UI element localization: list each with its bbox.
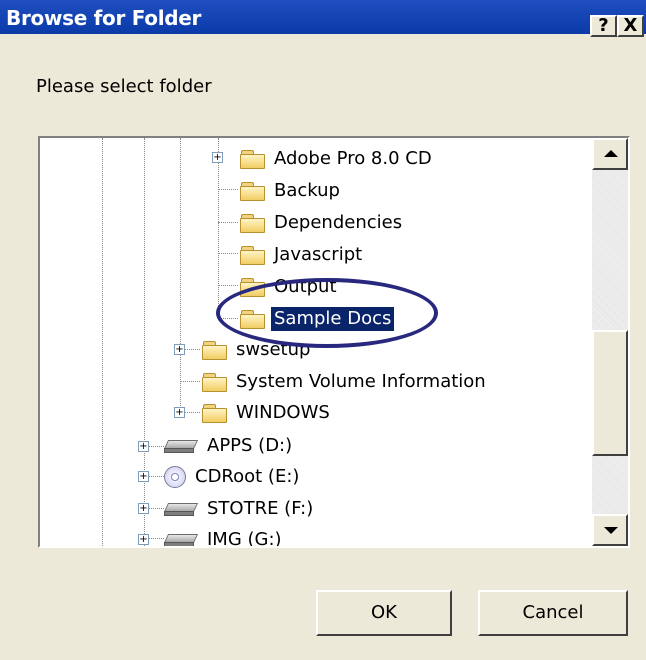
tree-node-label: Adobe Pro 8.0 CD bbox=[274, 148, 432, 169]
tree-node-swsetup[interactable]: swsetup bbox=[202, 337, 313, 363]
expand-icon[interactable]: + bbox=[138, 441, 149, 452]
scrollbar-thumb[interactable] bbox=[592, 330, 628, 456]
folder-tree-content: + Adobe Pro 8.0 CD Backup Dependencies J… bbox=[40, 138, 590, 546]
title-bar[interactable]: Browse for Folder bbox=[0, 0, 646, 34]
tree-node-backup[interactable]: Backup bbox=[240, 178, 343, 204]
tree-node-label: swsetup bbox=[236, 339, 311, 360]
up-arrow-icon bbox=[604, 150, 618, 157]
expand-icon[interactable]: + bbox=[174, 407, 185, 418]
dialog-prompt: Please select folder bbox=[36, 76, 212, 97]
tree-node-adobe-pro[interactable]: Adobe Pro 8.0 CD bbox=[240, 146, 435, 172]
folder-icon bbox=[240, 309, 266, 329]
scroll-down-button[interactable] bbox=[592, 514, 628, 546]
tree-guide-line bbox=[180, 138, 181, 410]
folder-icon bbox=[240, 181, 266, 201]
folder-icon bbox=[240, 245, 266, 265]
tree-node-windows[interactable]: WINDOWS bbox=[202, 400, 333, 426]
down-arrow-icon bbox=[604, 527, 618, 534]
window-title: Browse for Folder bbox=[6, 6, 202, 30]
tree-node-label: APPS (D:) bbox=[207, 435, 293, 456]
folder-icon bbox=[240, 149, 266, 169]
tree-connector bbox=[180, 381, 200, 382]
scroll-up-button[interactable] bbox=[592, 138, 628, 170]
tree-node-label: Javascript bbox=[274, 244, 363, 265]
tree-node-label: Dependencies bbox=[274, 212, 403, 233]
folder-tree[interactable]: + Adobe Pro 8.0 CD Backup Dependencies J… bbox=[38, 136, 630, 548]
cd-drive-icon bbox=[164, 466, 186, 488]
tree-node-label: WINDOWS bbox=[236, 402, 330, 423]
tree-node-label: IMG (G:) bbox=[207, 529, 282, 548]
tree-connector bbox=[218, 285, 238, 286]
expand-icon[interactable]: + bbox=[174, 344, 185, 355]
tree-node-stotre-drive[interactable]: STOTRE (F:) bbox=[163, 496, 316, 522]
folder-icon bbox=[202, 372, 228, 392]
tree-node-cdroot-drive[interactable]: CDRoot (E:) bbox=[164, 464, 302, 490]
tree-node-label: STOTRE (F:) bbox=[207, 498, 314, 519]
cancel-button[interactable]: Cancel bbox=[478, 590, 628, 636]
expand-icon[interactable]: + bbox=[212, 152, 223, 163]
hard-drive-icon bbox=[163, 530, 199, 546]
tree-node-output[interactable]: Output bbox=[240, 274, 340, 300]
tree-connector bbox=[218, 189, 238, 190]
tree-node-sample-docs[interactable]: Sample Docs bbox=[240, 306, 395, 332]
close-button[interactable]: X bbox=[617, 15, 644, 37]
hard-drive-icon bbox=[163, 436, 199, 456]
expand-icon[interactable]: + bbox=[138, 503, 149, 514]
folder-icon bbox=[202, 340, 228, 360]
vertical-scrollbar[interactable] bbox=[592, 138, 628, 546]
help-button[interactable]: ? bbox=[590, 15, 617, 37]
tree-node-label: CDRoot (E:) bbox=[195, 466, 300, 487]
tree-node-system-volume-information[interactable]: System Volume Information bbox=[202, 369, 489, 395]
tree-node-label: Sample Docs bbox=[271, 307, 395, 331]
tree-node-label: Backup bbox=[274, 180, 340, 201]
tree-node-img-drive[interactable]: IMG (G:) bbox=[163, 527, 285, 548]
tree-node-label: System Volume Information bbox=[236, 371, 486, 392]
tree-node-label: Output bbox=[274, 276, 337, 297]
folder-icon bbox=[202, 403, 228, 423]
tree-connector bbox=[218, 222, 238, 223]
folder-icon bbox=[240, 277, 266, 297]
tree-connector bbox=[218, 253, 238, 254]
folder-icon bbox=[240, 213, 266, 233]
expand-icon[interactable]: + bbox=[138, 471, 149, 482]
hard-drive-icon bbox=[163, 499, 199, 519]
expand-icon[interactable]: + bbox=[138, 534, 149, 545]
tree-guide-line bbox=[144, 138, 145, 546]
tree-node-dependencies[interactable]: Dependencies bbox=[240, 210, 405, 236]
tree-connector bbox=[218, 318, 238, 319]
tree-node-javascript[interactable]: Javascript bbox=[240, 242, 365, 268]
tree-guide-line bbox=[218, 138, 219, 318]
ok-button[interactable]: OK bbox=[316, 590, 452, 636]
tree-node-apps-drive[interactable]: APPS (D:) bbox=[163, 433, 295, 459]
tree-guide-line bbox=[102, 138, 103, 546]
